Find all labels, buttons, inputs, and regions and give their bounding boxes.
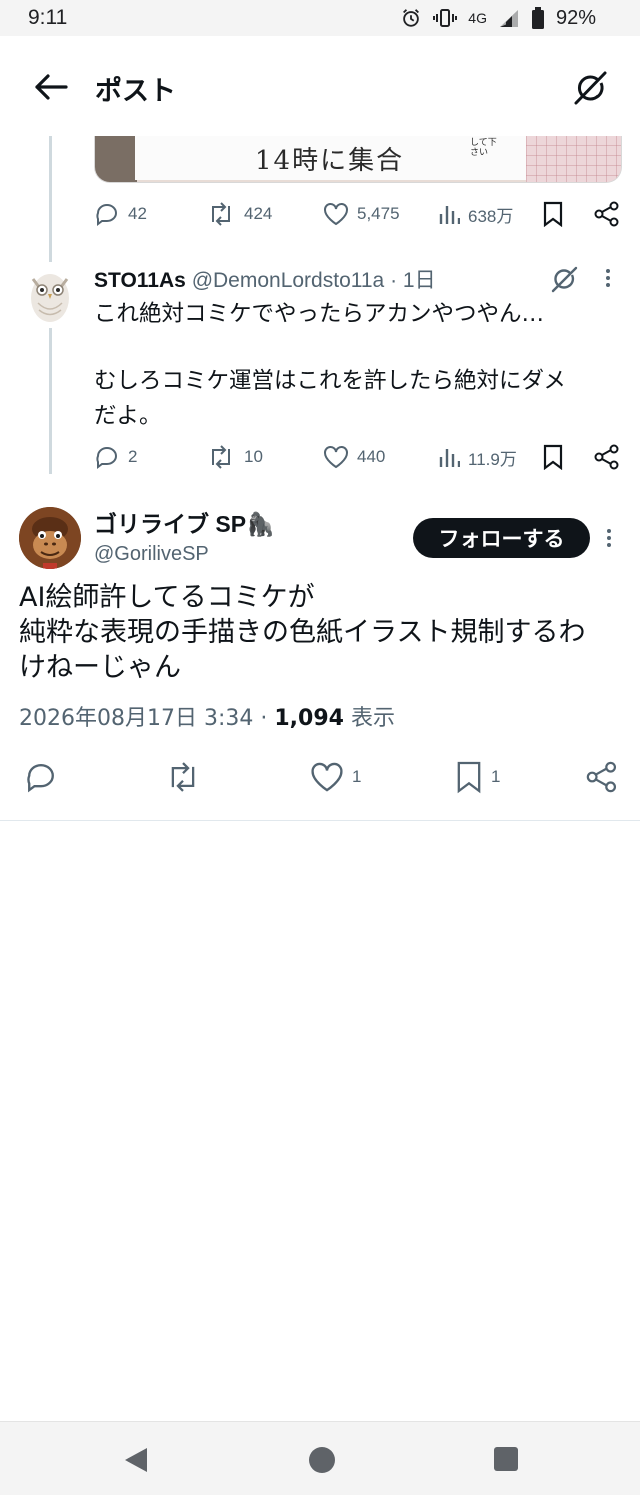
reply-button[interactable]: 42	[94, 199, 147, 229]
bookmark-icon	[457, 761, 481, 794]
thread-line	[49, 328, 52, 474]
reply-text-line: だよ。	[94, 403, 162, 429]
signal-icon	[499, 10, 518, 27]
owl-avatar[interactable]	[27, 265, 73, 325]
top-app-bar: ポスト	[0, 36, 640, 136]
nav-home-icon[interactable]	[308, 1446, 336, 1474]
heart-icon	[324, 446, 348, 469]
page-title: ポスト	[95, 76, 176, 107]
share-icon	[594, 444, 619, 470]
repost-icon	[171, 762, 195, 792]
divider	[0, 820, 640, 821]
share-icon	[586, 761, 617, 793]
heart-icon	[324, 203, 348, 226]
reply-header: STO11As @DemonLordsto11a · 1日	[94, 264, 436, 294]
network-type: 4G	[468, 10, 487, 26]
like-count: 5,475	[357, 204, 400, 223]
reply-icon	[27, 764, 54, 793]
views-icon	[439, 449, 460, 467]
share-button[interactable]	[586, 758, 618, 796]
image-small-note: して下さい	[470, 138, 497, 158]
bookmark-icon	[543, 201, 563, 227]
like-button[interactable]: 440	[323, 442, 385, 472]
thread-line	[49, 136, 52, 262]
heart-icon	[311, 762, 343, 792]
reply-actions: 2 10 440 11.9万	[94, 442, 624, 472]
reply-author-handle[interactable]: @DemonLordsto11a	[192, 269, 385, 292]
tweet-text: AI絵師許してるコミケが 純粋な表現の手描きの色紙イラスト規制するわ けねーじゃ…	[19, 580, 619, 685]
reply-button[interactable]	[24, 758, 58, 796]
alarm-icon	[403, 9, 420, 27]
tweet-actions: 1 1	[0, 758, 640, 798]
image-tablecloth	[526, 136, 621, 182]
reply-button[interactable]: 2	[94, 442, 137, 472]
status-icons: 4G 92%	[400, 4, 596, 32]
repost-button[interactable]: 10	[206, 442, 263, 472]
status-time: 9:11	[28, 6, 68, 29]
views-count: 638万	[468, 206, 514, 226]
bookmark-count: 1	[491, 767, 501, 786]
nav-back-icon[interactable]	[123, 1446, 149, 1474]
battery-icon	[531, 7, 544, 29]
grok-icon[interactable]	[572, 70, 608, 106]
repost-icon	[212, 202, 230, 226]
status-bar: 9:11 4G 92%	[0, 0, 640, 36]
like-button[interactable]: 5,475	[323, 199, 400, 229]
arrow-left-icon[interactable]	[34, 73, 68, 101]
tweet-image[interactable]: 14時に集合 して下さい	[94, 136, 622, 183]
author-handle[interactable]: @GoriliveSP	[94, 543, 209, 566]
reply-text-line: むしろコミケ運営はこれを許したら絶対にダメ	[94, 368, 566, 394]
grok-icon[interactable]	[550, 265, 578, 293]
repost-icon	[212, 445, 230, 469]
gorilla-avatar[interactable]	[19, 507, 81, 569]
tweet-text-line: けねーじゃん	[19, 652, 181, 683]
views-button[interactable]: 11.9万	[438, 442, 517, 472]
bookmark-button[interactable]	[542, 442, 564, 472]
tweet-meta: 2026年08月17日 3:34 · 1,094 表示	[19, 700, 395, 732]
reply-icon	[96, 447, 117, 469]
views-count: 11.9万	[468, 449, 517, 469]
reply-author-name[interactable]: STO11As	[94, 269, 186, 292]
repost-count: 424	[244, 204, 273, 223]
bookmark-button[interactable]: 1	[455, 758, 500, 796]
tweet-view-label: 表示	[343, 706, 395, 731]
author-name[interactable]: ゴリライブ SP🦍	[94, 505, 275, 539]
vibrate-icon	[433, 9, 458, 27]
reply-count: 42	[128, 204, 147, 223]
reply-icon	[96, 204, 117, 226]
reply-text: これ絶対コミケでやったらアカンやつやん… むしろコミケ運営はこれを許したら絶対に…	[94, 297, 624, 434]
tweet-text-line: 純粋な表現の手描きの色紙イラスト規制するわ	[19, 617, 586, 648]
image-handwriting: 14時に集合	[255, 146, 405, 176]
bookmark-icon	[543, 444, 563, 470]
nav-recents-icon[interactable]	[493, 1446, 519, 1472]
bookmark-button[interactable]	[542, 199, 564, 229]
repost-count: 10	[244, 447, 263, 466]
more-options-icon[interactable]	[602, 526, 616, 552]
views-button[interactable]: 638万	[438, 199, 513, 229]
tweet-view-count[interactable]: 1,094	[274, 706, 344, 731]
reply-text-line: これ絶対コミケでやったらアカンやつやん…	[94, 301, 545, 327]
repost-button[interactable]	[164, 758, 202, 796]
like-button[interactable]: 1	[310, 758, 361, 796]
share-icon	[594, 201, 619, 227]
like-count: 1	[352, 767, 362, 786]
tweet-datetime[interactable]: 2026年08月17日 3:34 ·	[19, 706, 274, 731]
share-button[interactable]	[594, 442, 620, 472]
share-button[interactable]	[594, 199, 620, 229]
tweet-actions: 42 424 5,475 638万	[94, 199, 624, 229]
more-options-icon[interactable]	[601, 266, 615, 292]
reply-count: 2	[128, 447, 138, 466]
repost-button[interactable]: 424	[206, 199, 272, 229]
image-hand-area	[95, 136, 137, 182]
like-count: 440	[357, 447, 386, 466]
battery-percent: 92%	[555, 6, 596, 29]
system-nav-bar	[0, 1421, 640, 1495]
reply-timestamp: · 1日	[390, 269, 436, 292]
follow-button[interactable]: フォローする	[413, 518, 590, 558]
tweet-text-line: AI絵師許してるコミケが	[19, 582, 315, 613]
views-icon	[439, 206, 460, 224]
